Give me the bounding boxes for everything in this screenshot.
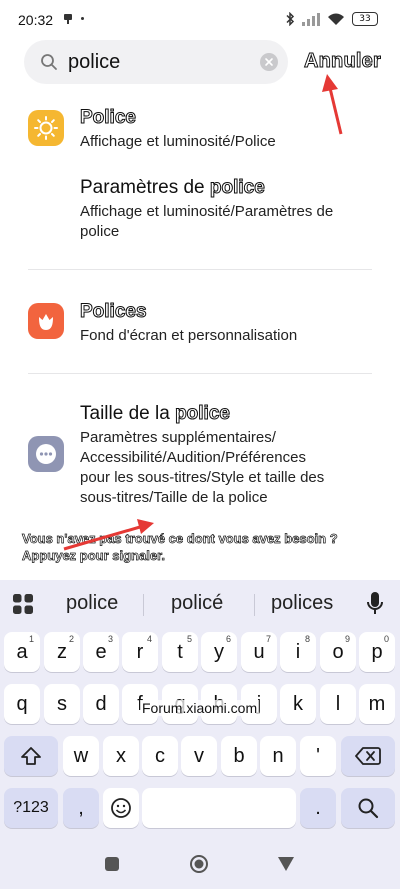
key-b[interactable]: b <box>221 736 257 776</box>
suggestion-item[interactable]: policé <box>171 592 223 615</box>
key-y[interactable]: y6 <box>201 632 237 672</box>
key-w[interactable]: w <box>63 736 99 776</box>
emoji-key[interactable] <box>103 788 139 828</box>
key-u[interactable]: u7 <box>241 632 277 672</box>
suggestion-item[interactable]: police <box>66 592 118 615</box>
arrow-head-icon <box>322 74 338 92</box>
result-parametres-de-police[interactable]: Paramètres de police Affichage et lumino… <box>80 177 333 242</box>
tulip-icon <box>28 303 64 339</box>
signal-icon <box>302 12 320 26</box>
result-title: Paramètres de police <box>80 177 265 199</box>
report-link[interactable]: Vous n'avez pas trouvé ce dont vous avez… <box>22 530 338 564</box>
key-x[interactable]: x <box>103 736 139 776</box>
result-subtitle: Affichage et luminosité/Police <box>80 133 276 150</box>
emoji-icon <box>111 798 131 818</box>
key-n[interactable]: n <box>260 736 296 776</box>
key-a[interactable]: a1 <box>4 632 40 672</box>
backspace-icon <box>355 747 381 765</box>
suggestion-item[interactable]: polices <box>271 592 333 615</box>
key-v[interactable]: v <box>181 736 217 776</box>
search-icon <box>41 54 57 70</box>
divider <box>28 373 372 374</box>
key-p[interactable]: p0 <box>359 632 395 672</box>
key-l[interactable]: l <box>320 684 356 724</box>
shift-icon <box>21 747 41 765</box>
key-c[interactable]: c <box>142 736 178 776</box>
symbols-key[interactable]: ?123 <box>4 788 58 828</box>
clear-icon[interactable] <box>260 53 278 71</box>
key-d[interactable]: d <box>83 684 119 724</box>
key-o[interactable]: o9 <box>320 632 356 672</box>
shift-key[interactable] <box>4 736 58 776</box>
home-icon[interactable] <box>189 854 209 874</box>
result-taille-de-la-police[interactable]: Taille de la police Paramètres supplémen… <box>80 403 324 508</box>
apps-grid-icon[interactable] <box>12 593 34 615</box>
watermark: Forum.xiaomi.com <box>140 700 260 716</box>
key-i[interactable]: i8 <box>280 632 316 672</box>
result-subtitle: Fond d'écran et personnalisation <box>80 327 298 344</box>
key-s[interactable]: s <box>44 684 80 724</box>
divider <box>28 269 372 270</box>
usb-debug-icon <box>64 14 72 24</box>
result-police[interactable]: Police Affichage et luminosité/Police <box>80 107 276 152</box>
key-e[interactable]: e3 <box>83 632 119 672</box>
search-bar[interactable] <box>24 40 288 84</box>
backspace-key[interactable] <box>341 736 395 776</box>
battery-icon: 33 <box>352 12 378 26</box>
key-apostrophe[interactable]: ' <box>300 736 336 776</box>
search-input[interactable] <box>68 49 248 75</box>
back-icon[interactable] <box>277 856 295 872</box>
result-title: Police <box>80 107 137 129</box>
cancel-button[interactable]: Annuler <box>304 50 382 73</box>
bluetooth-icon <box>286 12 295 26</box>
key-k[interactable]: k <box>280 684 316 724</box>
result-title: Taille de la police <box>80 403 230 425</box>
result-title: Polices <box>80 301 148 323</box>
divider <box>143 594 144 616</box>
key-q[interactable]: q <box>4 684 40 724</box>
brightness-icon <box>28 110 64 146</box>
key-z[interactable]: z2 <box>44 632 80 672</box>
search-icon <box>358 798 379 819</box>
space-key[interactable] <box>142 788 296 828</box>
more-icon <box>28 436 64 472</box>
microphone-icon[interactable] <box>366 591 384 617</box>
status-icons: 33 <box>286 12 378 26</box>
status-bar: 20:32 33 <box>0 0 400 40</box>
search-key[interactable] <box>341 788 395 828</box>
suggestion-bar: police policé polices <box>0 580 400 626</box>
notification-dot <box>81 17 84 20</box>
wifi-icon <box>328 13 344 25</box>
result-subtitle: Affichage et luminosité/Paramètres de po… <box>80 203 334 240</box>
divider <box>254 594 255 616</box>
key-m[interactable]: m <box>359 684 395 724</box>
recents-icon[interactable] <box>104 856 120 872</box>
result-subtitle: Paramètres supplémentaires/ Accessibilit… <box>80 429 325 506</box>
key-r[interactable]: r4 <box>122 632 158 672</box>
status-time: 20:32 <box>18 12 54 28</box>
key-period[interactable]: . <box>300 788 336 828</box>
result-polices[interactable]: Polices Fond d'écran et personnalisation <box>80 301 298 346</box>
key-comma[interactable]: , <box>63 788 99 828</box>
key-t[interactable]: t5 <box>162 632 198 672</box>
navigation-bar <box>0 844 400 889</box>
keyboard: police policé polices a1 z2 e3 r4 t5 y6 … <box>0 580 400 889</box>
